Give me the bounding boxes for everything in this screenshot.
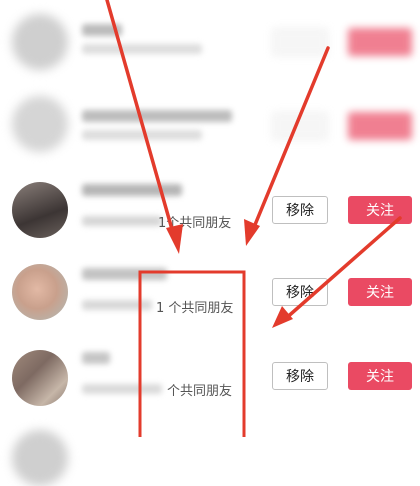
follower-list: 1个共同朋友 移除 关注 1 个共同朋友 移除 关注 个共同朋友 移除 关注 <box>0 0 420 486</box>
follow-button-label: 关注 <box>366 203 394 219</box>
follow-button-label: 关注 <box>366 369 394 385</box>
list-item[interactable] <box>0 420 420 486</box>
mutual-friends-text: 1个共同朋友 <box>158 216 232 231</box>
remove-button[interactable]: 移除 <box>272 196 328 224</box>
subtitle-blurred <box>82 130 202 140</box>
subtitle-blurred <box>82 384 162 394</box>
username-blurred <box>82 184 182 196</box>
remove-button[interactable]: 移除 <box>272 278 328 306</box>
username-blurred <box>82 110 232 122</box>
follow-button[interactable] <box>348 28 412 56</box>
remove-button-label: 移除 <box>286 369 314 385</box>
subtitle-blurred <box>82 216 162 226</box>
username-blurred <box>82 24 122 36</box>
remove-button[interactable] <box>272 112 328 140</box>
avatar[interactable] <box>12 96 68 152</box>
mutual-friends-text: 个共同朋友 <box>167 384 233 399</box>
avatar[interactable] <box>12 264 68 320</box>
follow-button[interactable]: 关注 <box>348 362 412 390</box>
follow-button-label: 关注 <box>366 285 394 301</box>
list-item[interactable]: 1个共同朋友 移除 关注 <box>0 168 420 252</box>
username-blurred <box>82 268 167 280</box>
subtitle-blurred <box>82 44 202 54</box>
list-item[interactable] <box>0 84 420 168</box>
follow-button[interactable]: 关注 <box>348 278 412 306</box>
avatar[interactable] <box>12 350 68 406</box>
avatar[interactable] <box>12 182 68 238</box>
subtitle-blurred <box>82 300 152 310</box>
remove-button-label: 移除 <box>286 203 314 219</box>
list-item[interactable]: 个共同朋友 移除 关注 <box>0 336 420 420</box>
mutual-friends-text: 1 个共同朋友 <box>156 301 234 316</box>
avatar[interactable] <box>12 430 68 486</box>
follow-button[interactable]: 关注 <box>348 196 412 224</box>
remove-button-label: 移除 <box>286 285 314 301</box>
remove-button[interactable] <box>272 28 328 56</box>
avatar[interactable] <box>12 14 68 70</box>
follow-button[interactable] <box>348 112 412 140</box>
username-blurred <box>82 352 110 364</box>
list-item[interactable] <box>0 0 420 84</box>
remove-button[interactable]: 移除 <box>272 362 328 390</box>
list-item[interactable]: 1 个共同朋友 移除 关注 <box>0 252 420 336</box>
